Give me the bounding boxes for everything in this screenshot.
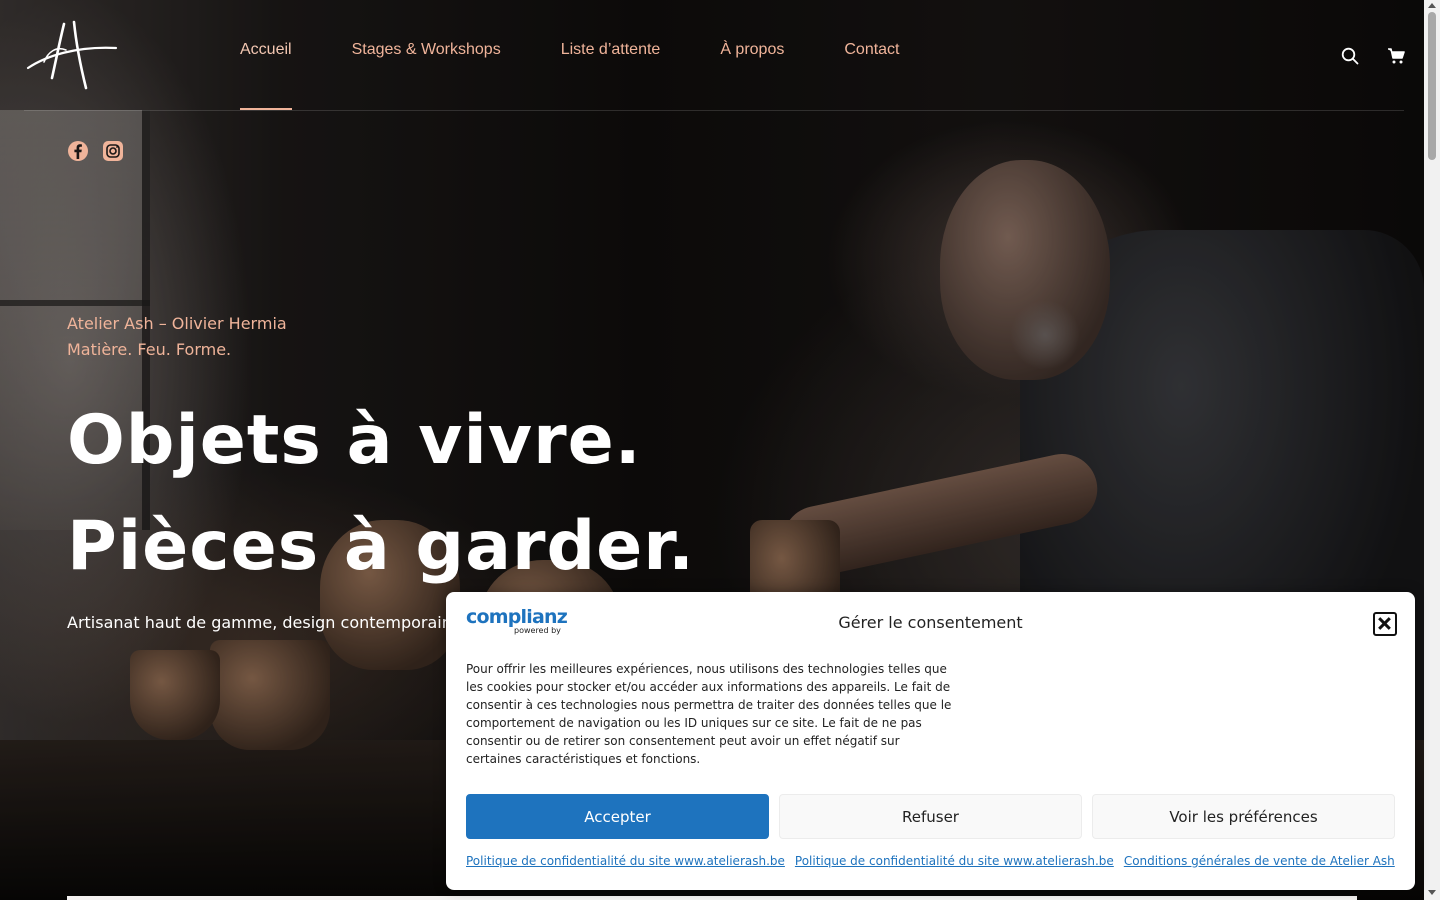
consent-body: Pour offrir les meilleures expériences, … — [466, 662, 952, 766]
cart-icon[interactable] — [1387, 47, 1405, 65]
section-divider — [67, 896, 1357, 900]
search-icon[interactable] — [1341, 47, 1359, 65]
privacy-policy-link[interactable]: Politique de confidentialité du site www… — [466, 854, 785, 868]
consent-dialog: complianz powered by Gérer le consenteme… — [446, 592, 1415, 890]
hero-headline-line2: Pièces à garder. — [67, 507, 695, 586]
header-divider — [24, 110, 1404, 111]
nav-item-liste-attente[interactable]: Liste d’attente — [561, 0, 661, 110]
site-logo[interactable] — [26, 20, 118, 90]
main-nav: Accueil Stages & Workshops Liste d’atten… — [240, 0, 900, 110]
instagram-icon[interactable] — [102, 140, 124, 162]
accept-button[interactable]: Accepter — [466, 794, 769, 839]
scroll-up-arrow-icon[interactable] — [1428, 3, 1436, 8]
close-icon[interactable] — [1373, 612, 1397, 636]
consent-links: Politique de confidentialité du site www… — [466, 854, 1395, 868]
consent-title: Gérer le consentement — [838, 613, 1023, 632]
preferences-button[interactable]: Voir les préférences — [1092, 794, 1395, 839]
scrollbar-thumb[interactable] — [1428, 12, 1436, 160]
facebook-icon[interactable] — [67, 140, 89, 162]
hero-subtitle-line1: Atelier Ash – Olivier Hermia — [67, 314, 287, 333]
terms-of-sale-link[interactable]: Conditions générales de vente de Atelier… — [1124, 854, 1395, 868]
hero-subtitle: Atelier Ash – Olivier Hermia Matière. Fe… — [67, 311, 287, 363]
nav-item-a-propos[interactable]: À propos — [720, 0, 784, 110]
scroll-down-arrow-icon[interactable] — [1428, 890, 1436, 895]
privacy-policy-link[interactable]: Politique de confidentialité du site www… — [795, 854, 1114, 868]
deny-button[interactable]: Refuser — [779, 794, 1082, 839]
nav-item-accueil[interactable]: Accueil — [240, 0, 292, 110]
hero-subtitle-line2: Matière. Feu. Forme. — [67, 340, 232, 359]
hero-tagline: Artisanat haut de gamme, design contempo… — [67, 613, 452, 632]
nav-item-contact[interactable]: Contact — [844, 0, 899, 110]
nav-item-stages-workshops[interactable]: Stages & Workshops — [352, 0, 501, 110]
hero-headline-line1: Objets à vivre. — [67, 401, 642, 480]
hero-headline: Objets à vivre. Pièces à garder. — [67, 388, 695, 600]
